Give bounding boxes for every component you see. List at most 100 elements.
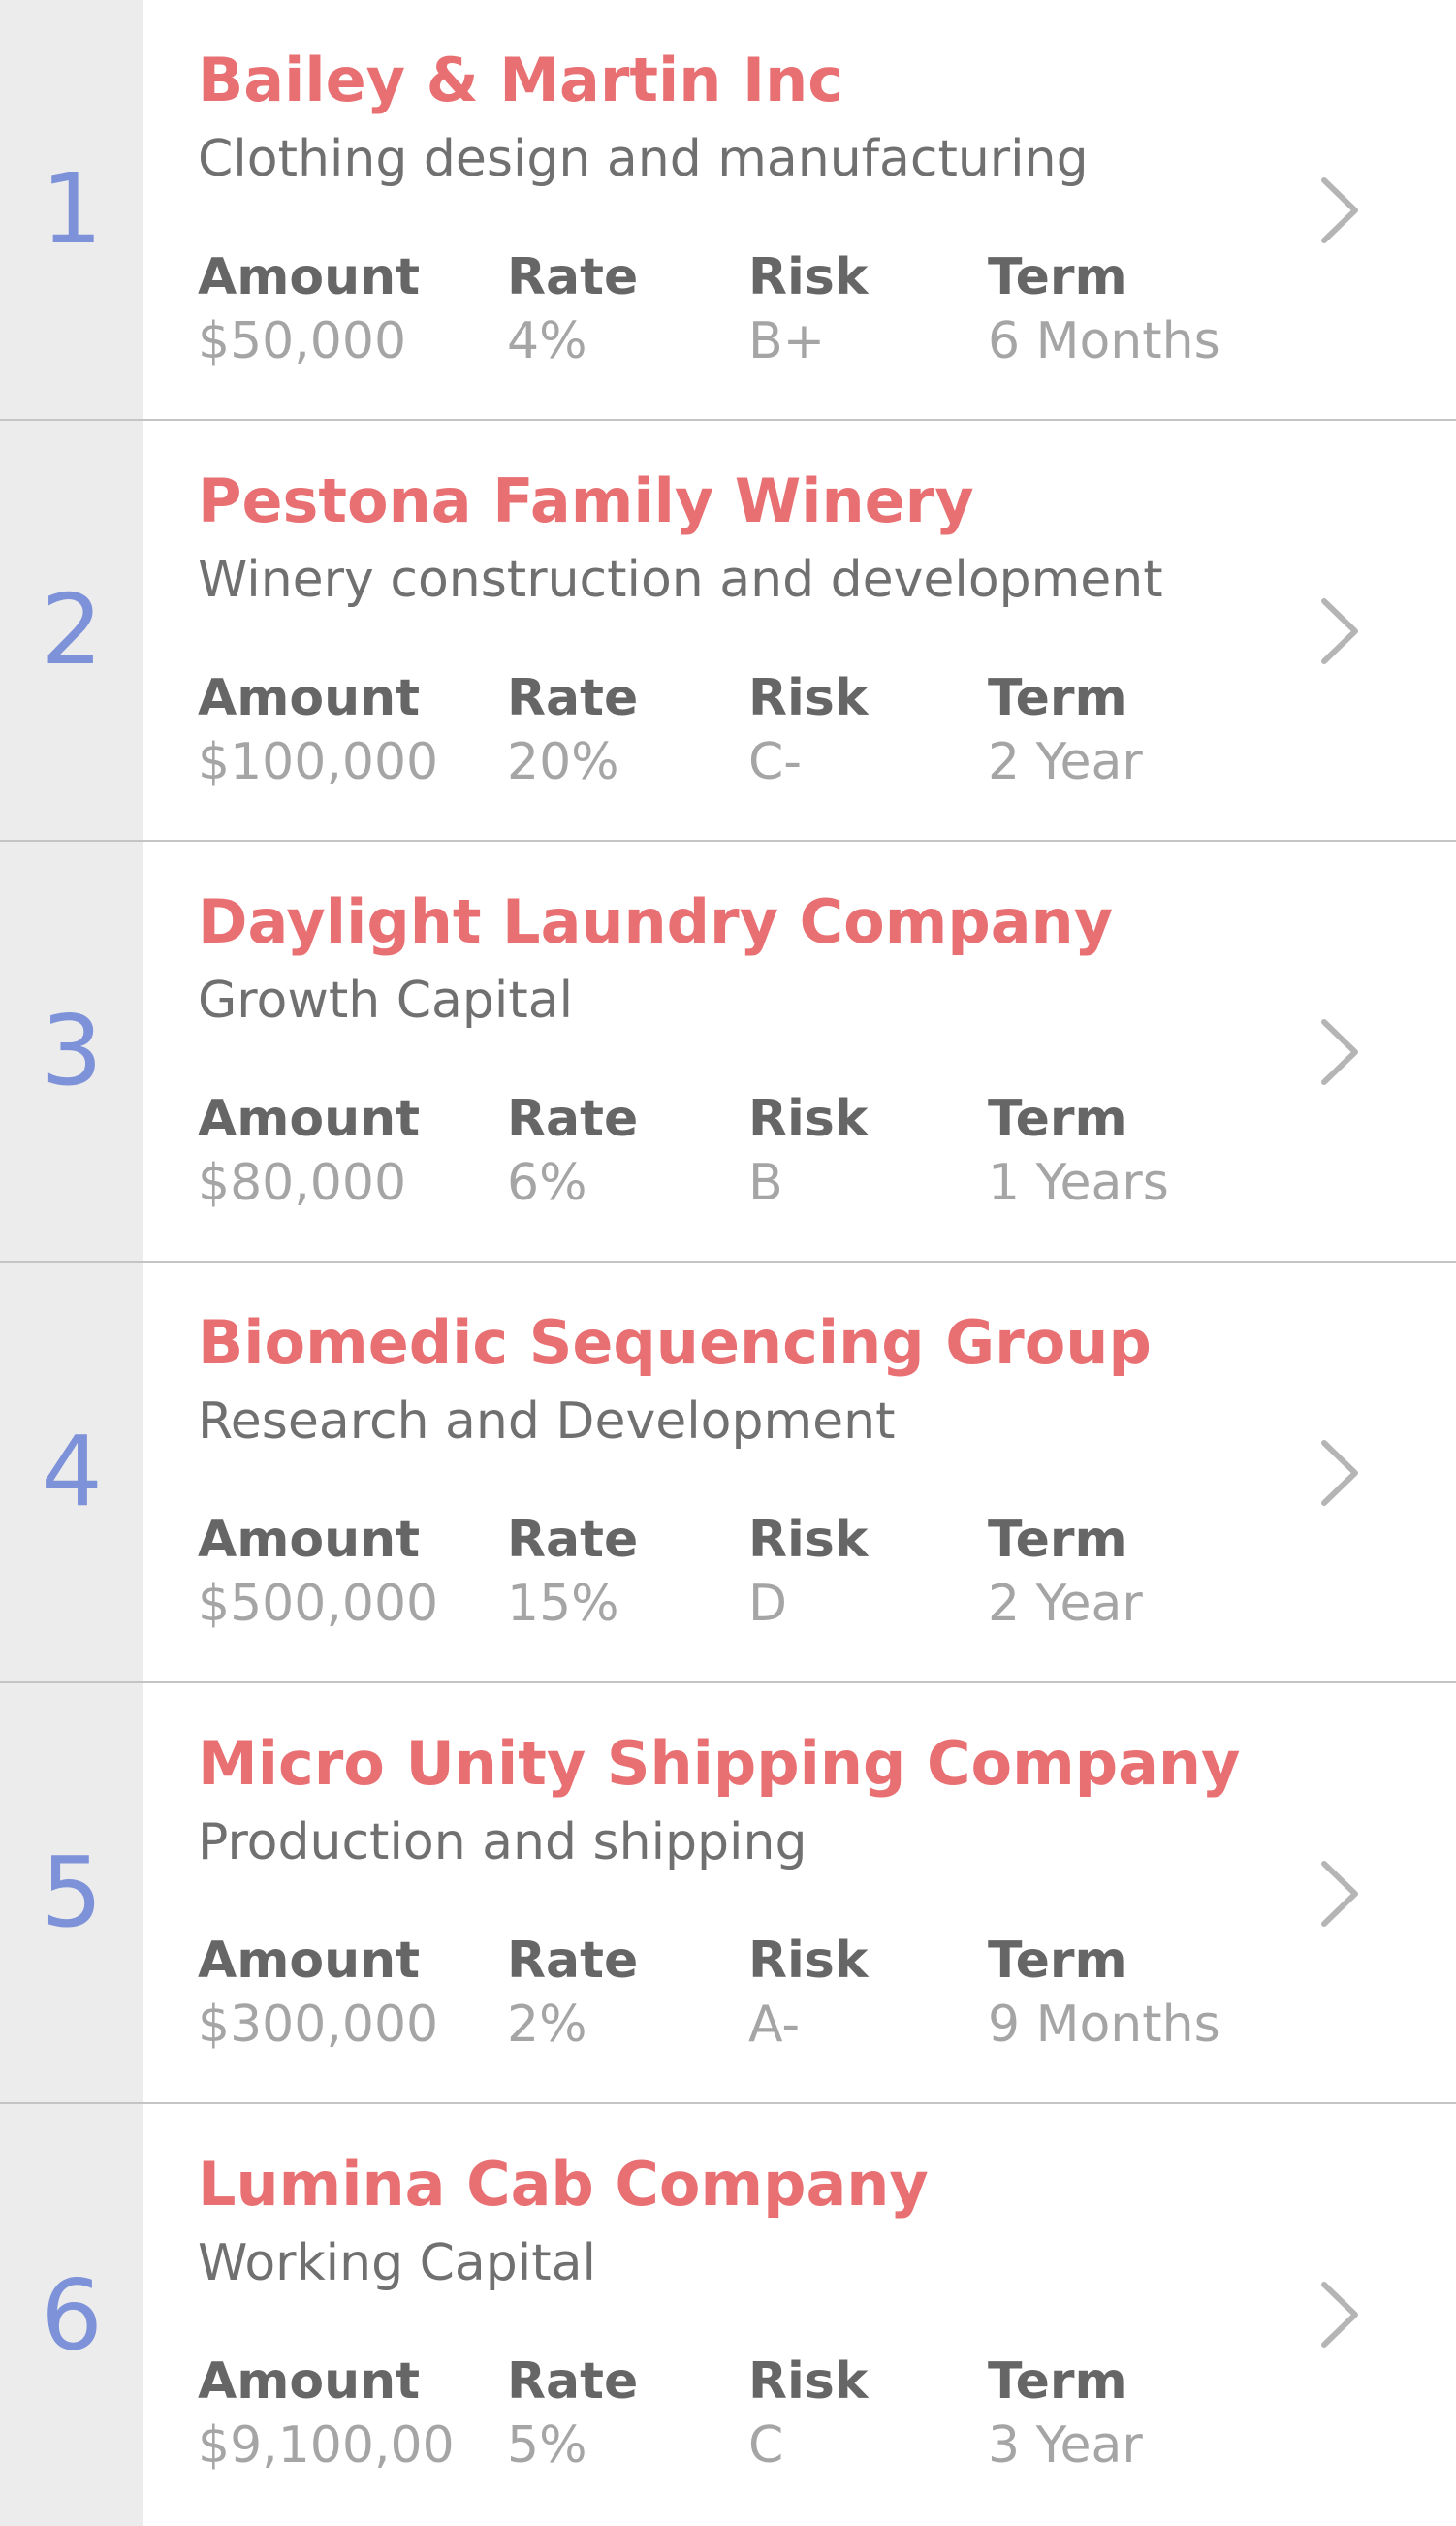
amount-label: Amount	[198, 1090, 421, 1148]
amount-label: Amount	[198, 1932, 421, 1990]
risk-stat: Risk B	[748, 1094, 868, 1208]
chevron-right-icon[interactable]	[1318, 1018, 1361, 1086]
loan-rank: 2	[41, 573, 103, 687]
term-stat: Term 3 Year	[988, 2356, 1143, 2471]
term-value: 9 Months	[988, 1996, 1220, 2054]
amount-value: $500,000	[198, 1575, 439, 1633]
loan-row[interactable]: 5 Micro Unity Shipping Company Productio…	[0, 1683, 1456, 2104]
loan-rank: 4	[41, 1415, 103, 1528]
rate-stat: Rate 5%	[507, 2356, 638, 2471]
term-stat: Term 2 Year	[988, 673, 1143, 787]
amount-stat: Amount $80,000	[198, 1094, 420, 1208]
risk-label: Risk	[748, 1932, 869, 1990]
chevron-right-icon[interactable]	[1318, 597, 1361, 665]
term-stat: Term 1 Years	[988, 1094, 1169, 1208]
company-name: Micro Unity Shipping Company	[198, 1728, 1241, 1799]
loan-row[interactable]: 3 Daylight Laundry Company Growth Capita…	[0, 842, 1456, 1263]
amount-label: Amount	[198, 248, 421, 306]
risk-label: Risk	[748, 1090, 869, 1148]
loan-purpose: Research and Development	[198, 1392, 896, 1451]
risk-value: C	[748, 2416, 784, 2475]
rate-value: 2%	[507, 1996, 587, 2054]
chevron-right-icon[interactable]	[1318, 1860, 1361, 1928]
loan-rank: 6	[41, 2257, 103, 2372]
term-label: Term	[988, 669, 1127, 727]
risk-label: Risk	[748, 669, 869, 727]
term-value: 2 Year	[988, 1575, 1143, 1633]
rate-stat: Rate 2%	[507, 1935, 638, 2050]
amount-stat: Amount $300,000	[198, 1935, 438, 2050]
risk-stat: Risk A-	[748, 1935, 868, 2050]
term-stat: Term 6 Months	[988, 252, 1220, 367]
amount-value: $50,000	[198, 312, 407, 370]
rate-label: Rate	[507, 669, 639, 727]
company-name: Lumina Cab Company	[198, 2149, 929, 2220]
risk-label: Risk	[748, 2352, 869, 2411]
amount-stat: Amount $500,000	[198, 1515, 438, 1629]
term-value: 1 Years	[988, 1154, 1169, 1212]
company-name: Daylight Laundry Company	[198, 886, 1114, 957]
chevron-right-icon[interactable]	[1318, 2281, 1361, 2349]
rate-label: Rate	[507, 1932, 639, 1990]
loan-purpose: Growth Capital	[198, 972, 574, 1030]
rate-value: 5%	[507, 2416, 587, 2475]
amount-label: Amount	[198, 669, 421, 727]
risk-value: C-	[748, 733, 803, 791]
term-label: Term	[988, 1932, 1127, 1990]
amount-value: $300,000	[198, 1996, 439, 2054]
loan-purpose: Clothing design and manufacturing	[198, 130, 1089, 188]
loan-row[interactable]: 4 Biomedic Sequencing Group Research and…	[0, 1263, 1456, 1683]
term-stat: Term 2 Year	[988, 1515, 1143, 1629]
loan-row[interactable]: 6 Lumina Cab Company Working Capital Amo…	[0, 2104, 1456, 2526]
loan-list: 1 Bailey & Martin Inc Clothing design an…	[0, 0, 1456, 2526]
term-label: Term	[988, 1511, 1127, 1569]
rate-stat: Rate 6%	[507, 1094, 638, 1208]
rate-value: 15%	[507, 1575, 619, 1633]
term-label: Term	[988, 1090, 1127, 1148]
company-name: Bailey & Martin Inc	[198, 45, 843, 115]
rate-value: 4%	[507, 312, 587, 370]
company-name: Biomedic Sequencing Group	[198, 1307, 1152, 1378]
amount-value: $80,000	[198, 1154, 407, 1212]
risk-stat: Risk C	[748, 2356, 868, 2471]
loan-rank: 5	[41, 1836, 103, 1949]
amount-stat: Amount $50,000	[198, 252, 420, 367]
loan-purpose: Production and shipping	[198, 1813, 807, 1871]
loan-purpose: Working Capital	[198, 2234, 596, 2292]
loan-row[interactable]: 1 Bailey & Martin Inc Clothing design an…	[0, 0, 1456, 421]
amount-label: Amount	[198, 2352, 421, 2411]
term-label: Term	[988, 248, 1127, 306]
rate-label: Rate	[507, 1511, 639, 1569]
rate-stat: Rate 15%	[507, 1515, 638, 1629]
risk-label: Risk	[748, 1511, 869, 1569]
risk-value: B+	[748, 312, 826, 370]
term-value: 2 Year	[988, 733, 1143, 791]
risk-stat: Risk D	[748, 1515, 868, 1629]
amount-value: $9,100,00	[198, 2416, 455, 2475]
chevron-right-icon[interactable]	[1318, 176, 1361, 244]
risk-value: A-	[748, 1996, 801, 2054]
amount-stat: Amount $9,100,00	[198, 2356, 455, 2471]
rate-label: Rate	[507, 248, 639, 306]
rate-label: Rate	[507, 2352, 639, 2411]
amount-label: Amount	[198, 1511, 421, 1569]
risk-stat: Risk C-	[748, 673, 868, 787]
company-name: Pestona Family Winery	[198, 465, 974, 536]
risk-value: B	[748, 1154, 783, 1212]
amount-value: $100,000	[198, 733, 439, 791]
rate-label: Rate	[507, 1090, 639, 1148]
chevron-right-icon[interactable]	[1318, 1439, 1361, 1507]
risk-label: Risk	[748, 248, 869, 306]
loan-rank: 3	[41, 994, 103, 1107]
rate-value: 6%	[507, 1154, 587, 1212]
risk-value: D	[748, 1575, 788, 1633]
risk-stat: Risk B+	[748, 252, 868, 367]
rate-value: 20%	[507, 733, 619, 791]
term-stat: Term 9 Months	[988, 1935, 1220, 2050]
amount-stat: Amount $100,000	[198, 673, 438, 787]
loan-rank: 1	[41, 152, 103, 266]
term-value: 6 Months	[988, 312, 1220, 370]
loan-row[interactable]: 2 Pestona Family Winery Winery construct…	[0, 421, 1456, 842]
rate-stat: Rate 4%	[507, 252, 638, 367]
term-value: 3 Year	[988, 2416, 1143, 2475]
